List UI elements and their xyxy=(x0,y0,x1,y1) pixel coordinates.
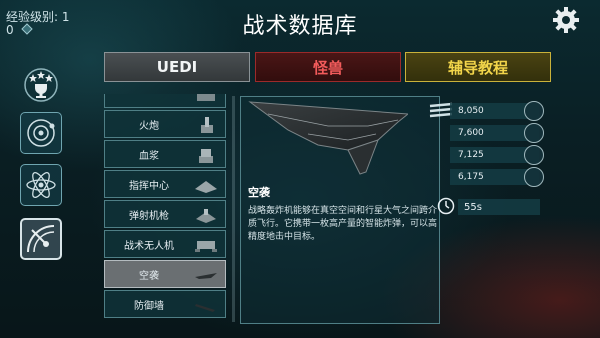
tab-uedi[interactable]: UEDI xyxy=(104,52,250,82)
list-item-label: 指挥中心 xyxy=(129,180,169,192)
unit-description: 战略轰炸机能够在真空空间和行星大气之间跨介质飞行。它携带一枚高产量的智能炸弹，可… xyxy=(248,206,438,242)
gatling-turret-icon xyxy=(196,209,216,223)
plasma-turret-icon xyxy=(199,149,213,163)
atom-icon xyxy=(26,171,56,199)
list-item-label: 血浆 xyxy=(139,150,159,162)
list-item-label: 弹射机枪 xyxy=(129,210,169,222)
settings-gear-icon[interactable] xyxy=(552,6,580,34)
solar-system-button[interactable] xyxy=(20,112,62,154)
list-item-artillery[interactable]: 火炮 xyxy=(104,110,226,138)
tab-monsters[interactable]: 怪兽 xyxy=(255,52,401,82)
list-item-plasma[interactable]: 血浆 xyxy=(104,140,226,168)
defense-wall-icon xyxy=(195,304,215,312)
command-center-icon xyxy=(195,181,217,193)
stat-value: 7,125 xyxy=(458,150,484,160)
achievements-button[interactable] xyxy=(20,62,62,104)
tactical-database-button[interactable] xyxy=(20,218,62,260)
cooldown-value: 55s xyxy=(458,199,540,215)
unit-list[interactable]: 火炮 血浆 指挥中心 弹射机枪 战术无人机 空袭 防御墙 xyxy=(104,94,228,324)
list-item-label: 火炮 xyxy=(139,120,159,132)
list-item-label: 空袭 xyxy=(139,270,159,282)
stat-value: 7,600 xyxy=(458,128,484,138)
stat-value: 8,050 xyxy=(458,106,484,116)
drone-icon xyxy=(195,241,217,252)
slash-damage-icon xyxy=(524,101,544,121)
list-item[interactable] xyxy=(104,94,226,108)
list-item-label: 战术无人机 xyxy=(124,240,174,252)
list-item-command-center[interactable]: 指挥中心 xyxy=(104,170,226,198)
radar-icon xyxy=(27,225,55,253)
pierce-damage-icon xyxy=(524,123,544,143)
artillery-icon xyxy=(201,117,213,133)
stat-value: 6,175 xyxy=(458,172,484,182)
clock-icon xyxy=(437,197,455,215)
trophy-icon xyxy=(24,68,58,102)
list-item-label: 防御墙 xyxy=(134,300,164,312)
orbit-icon xyxy=(27,119,55,147)
list-item-defense-wall[interactable]: 防御墙 xyxy=(104,290,226,318)
tab-tutorial[interactable]: 辅导教程 xyxy=(405,52,551,82)
list-scrollbar[interactable] xyxy=(232,96,235,322)
unit-thumbnail-icon xyxy=(197,94,215,101)
list-item-airstrike[interactable]: 空袭 xyxy=(104,260,226,288)
unit-name: 空袭 xyxy=(248,186,270,199)
airstrike-icon xyxy=(195,273,217,279)
fang-damage-icon xyxy=(524,145,544,165)
list-item-gatling[interactable]: 弹射机枪 xyxy=(104,200,226,228)
research-button[interactable] xyxy=(20,164,62,206)
list-item-drone[interactable]: 战术无人机 xyxy=(104,230,226,258)
spike-damage-icon xyxy=(524,167,544,187)
page-title: 战术数据库 xyxy=(242,14,358,39)
airstrike-bomber-image xyxy=(248,101,408,175)
